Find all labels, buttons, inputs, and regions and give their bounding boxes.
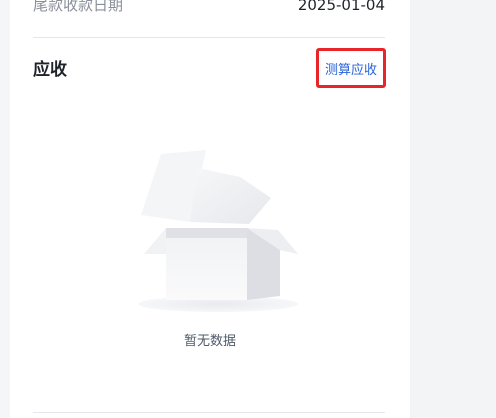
final-payment-date-value: 2025-01-04 [297, 0, 385, 14]
empty-box-icon [138, 150, 298, 312]
right-side-area [410, 0, 496, 418]
detail-panel: 尾款收款日期 2025-01-04 应收 测算应收 暂无数据 [10, 0, 410, 418]
final-payment-date-label: 尾款收款日期 [33, 0, 124, 14]
receivable-section-title: 应收 [33, 60, 67, 80]
final-payment-date-row: 尾款收款日期 2025-01-04 [33, 0, 385, 16]
bottom-divider [33, 412, 385, 413]
left-gutter [0, 0, 10, 418]
empty-state-text: 暂无数据 [183, 334, 236, 349]
calculate-receivable-button[interactable]: 测算应收 [316, 48, 386, 88]
divider [33, 37, 385, 38]
